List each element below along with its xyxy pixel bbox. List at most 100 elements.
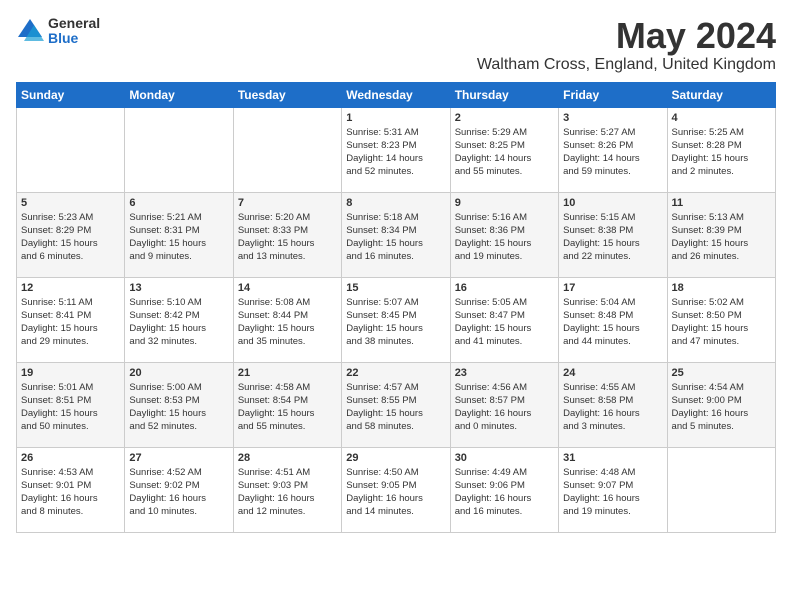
day-cell: 2 Sunrise: 5:29 AM Sunset: 8:25 PM Daylig…: [450, 107, 558, 192]
day-number: 25: [672, 367, 771, 379]
day-info: Sunrise: 5:08 AM Sunset: 8:44 PM Dayligh…: [238, 296, 337, 349]
day-number: 14: [238, 282, 337, 294]
week-row-1: 1Sunrise: 5:31 AM Sunset: 8:23 PM Daylig…: [17, 107, 776, 192]
header-row: SundayMondayTuesdayWednesdayThursdayFrid…: [17, 82, 776, 107]
day-info: Sunrise: 5:25 AM Sunset: 8:28 PM Dayligh…: [672, 126, 771, 179]
day-number: 3: [563, 112, 662, 124]
day-cell: 28 Sunrise: 4:51 AM Sunset: 9:03 PM Dayli…: [233, 447, 341, 532]
day-number: 24: [563, 367, 662, 379]
day-cell: 15Sunrise: 5:07 AM Sunset: 8:45 PM Dayli…: [342, 277, 450, 362]
day-number: 7: [238, 197, 337, 209]
day-info: Sunrise: 5:20 AM Sunset: 8:33 PM Dayligh…: [238, 211, 337, 264]
page-header: General Blue May 2024 Waltham Cross, Eng…: [16, 16, 776, 74]
day-info: Sunrise: 5:02 AM Sunset: 8:50 PM Dayligh…: [672, 296, 771, 349]
day-number: 9: [455, 197, 554, 209]
day-info: Sunrise: 5:16 AM Sunset: 8:36 PM Dayligh…: [455, 211, 554, 264]
day-cell: 10 Sunrise: 5:15 AM Sunset: 8:38 PM Dayli…: [559, 192, 667, 277]
day-cell: 21Sunrise: 4:58 AM Sunset: 8:54 PM Dayli…: [233, 362, 341, 447]
day-number: 10: [563, 197, 662, 209]
logo-blue: Blue: [48, 31, 100, 46]
day-cell: [667, 447, 775, 532]
day-cell: 3Sunrise: 5:27 AM Sunset: 8:26 PM Daylig…: [559, 107, 667, 192]
day-info: Sunrise: 5:10 AM Sunset: 8:42 PM Dayligh…: [129, 296, 228, 349]
calendar-table: SundayMondayTuesdayWednesdayThursdayFrid…: [16, 82, 776, 533]
month-title: May 2024: [477, 16, 776, 56]
col-header-saturday: Saturday: [667, 82, 775, 107]
day-number: 26: [21, 452, 120, 464]
day-cell: 6 Sunrise: 5:21 AM Sunset: 8:31 PM Daylig…: [125, 192, 233, 277]
day-cell: 14 Sunrise: 5:08 AM Sunset: 8:44 PM Dayli…: [233, 277, 341, 362]
logo-general: General: [48, 16, 100, 31]
day-number: 18: [672, 282, 771, 294]
day-info: Sunrise: 5:21 AM Sunset: 8:31 PM Dayligh…: [129, 211, 228, 264]
day-info: Sunrise: 4:58 AM Sunset: 8:54 PM Dayligh…: [238, 381, 337, 434]
week-row-5: 26 Sunrise: 4:53 AM Sunset: 9:01 PM Dayli…: [17, 447, 776, 532]
day-info: Sunrise: 4:51 AM Sunset: 9:03 PM Dayligh…: [238, 466, 337, 519]
day-number: 17: [563, 282, 662, 294]
day-info: Sunrise: 4:54 AM Sunset: 9:00 PM Dayligh…: [672, 381, 771, 434]
day-info: Sunrise: 4:49 AM Sunset: 9:06 PM Dayligh…: [455, 466, 554, 519]
day-number: 6: [129, 197, 228, 209]
day-number: 31: [563, 452, 662, 464]
day-cell: 23 Sunrise: 4:56 AM Sunset: 8:57 PM Dayli…: [450, 362, 558, 447]
day-number: 30: [455, 452, 554, 464]
logo: General Blue: [16, 16, 100, 47]
day-number: 28: [238, 452, 337, 464]
col-header-friday: Friday: [559, 82, 667, 107]
day-cell: 17 Sunrise: 5:04 AM Sunset: 8:48 PM Dayli…: [559, 277, 667, 362]
title-block: May 2024 Waltham Cross, England, United …: [477, 16, 776, 74]
day-info: Sunrise: 5:00 AM Sunset: 8:53 PM Dayligh…: [129, 381, 228, 434]
day-number: 11: [672, 197, 771, 209]
logo-text: General Blue: [48, 16, 100, 47]
day-number: 2: [455, 112, 554, 124]
col-header-monday: Monday: [125, 82, 233, 107]
day-info: Sunrise: 4:50 AM Sunset: 9:05 PM Dayligh…: [346, 466, 445, 519]
day-number: 16: [455, 282, 554, 294]
col-header-tuesday: Tuesday: [233, 82, 341, 107]
day-info: Sunrise: 4:52 AM Sunset: 9:02 PM Dayligh…: [129, 466, 228, 519]
day-cell: [17, 107, 125, 192]
day-number: 19: [21, 367, 120, 379]
day-cell: 30 Sunrise: 4:49 AM Sunset: 9:06 PM Dayli…: [450, 447, 558, 532]
day-number: 8: [346, 197, 445, 209]
week-row-3: 12Sunrise: 5:11 AM Sunset: 8:41 PM Dayli…: [17, 277, 776, 362]
day-info: Sunrise: 5:15 AM Sunset: 8:38 PM Dayligh…: [563, 211, 662, 264]
day-info: Sunrise: 4:55 AM Sunset: 8:58 PM Dayligh…: [563, 381, 662, 434]
day-info: Sunrise: 5:29 AM Sunset: 8:25 PM Dayligh…: [455, 126, 554, 179]
location: Waltham Cross, England, United Kingdom: [477, 56, 776, 74]
day-cell: 29 Sunrise: 4:50 AM Sunset: 9:05 PM Dayli…: [342, 447, 450, 532]
day-info: Sunrise: 4:56 AM Sunset: 8:57 PM Dayligh…: [455, 381, 554, 434]
day-info: Sunrise: 5:01 AM Sunset: 8:51 PM Dayligh…: [21, 381, 120, 434]
day-number: 13: [129, 282, 228, 294]
week-row-4: 19 Sunrise: 5:01 AM Sunset: 8:51 PM Dayli…: [17, 362, 776, 447]
day-cell: 26 Sunrise: 4:53 AM Sunset: 9:01 PM Dayli…: [17, 447, 125, 532]
day-cell: 4 Sunrise: 5:25 AM Sunset: 8:28 PM Daylig…: [667, 107, 775, 192]
day-cell: 22Sunrise: 4:57 AM Sunset: 8:55 PM Dayli…: [342, 362, 450, 447]
day-cell: [233, 107, 341, 192]
day-info: Sunrise: 4:48 AM Sunset: 9:07 PM Dayligh…: [563, 466, 662, 519]
day-number: 5: [21, 197, 120, 209]
day-cell: 24 Sunrise: 4:55 AM Sunset: 8:58 PM Dayli…: [559, 362, 667, 447]
day-cell: 31 Sunrise: 4:48 AM Sunset: 9:07 PM Dayli…: [559, 447, 667, 532]
day-cell: 19 Sunrise: 5:01 AM Sunset: 8:51 PM Dayli…: [17, 362, 125, 447]
day-number: 4: [672, 112, 771, 124]
day-cell: 16Sunrise: 5:05 AM Sunset: 8:47 PM Dayli…: [450, 277, 558, 362]
col-header-sunday: Sunday: [17, 82, 125, 107]
day-number: 27: [129, 452, 228, 464]
day-info: Sunrise: 5:04 AM Sunset: 8:48 PM Dayligh…: [563, 296, 662, 349]
day-info: Sunrise: 4:57 AM Sunset: 8:55 PM Dayligh…: [346, 381, 445, 434]
day-number: 1: [346, 112, 445, 124]
day-number: 29: [346, 452, 445, 464]
day-cell: 9 Sunrise: 5:16 AM Sunset: 8:36 PM Daylig…: [450, 192, 558, 277]
day-info: Sunrise: 5:13 AM Sunset: 8:39 PM Dayligh…: [672, 211, 771, 264]
day-cell: 8 Sunrise: 5:18 AM Sunset: 8:34 PM Daylig…: [342, 192, 450, 277]
day-cell: 18 Sunrise: 5:02 AM Sunset: 8:50 PM Dayli…: [667, 277, 775, 362]
day-info: Sunrise: 4:53 AM Sunset: 9:01 PM Dayligh…: [21, 466, 120, 519]
week-row-2: 5Sunrise: 5:23 AM Sunset: 8:29 PM Daylig…: [17, 192, 776, 277]
day-cell: 25 Sunrise: 4:54 AM Sunset: 9:00 PM Dayli…: [667, 362, 775, 447]
day-cell: 13 Sunrise: 5:10 AM Sunset: 8:42 PM Dayli…: [125, 277, 233, 362]
day-info: Sunrise: 5:18 AM Sunset: 8:34 PM Dayligh…: [346, 211, 445, 264]
day-number: 23: [455, 367, 554, 379]
logo-icon: [16, 17, 44, 45]
day-cell: 1Sunrise: 5:31 AM Sunset: 8:23 PM Daylig…: [342, 107, 450, 192]
